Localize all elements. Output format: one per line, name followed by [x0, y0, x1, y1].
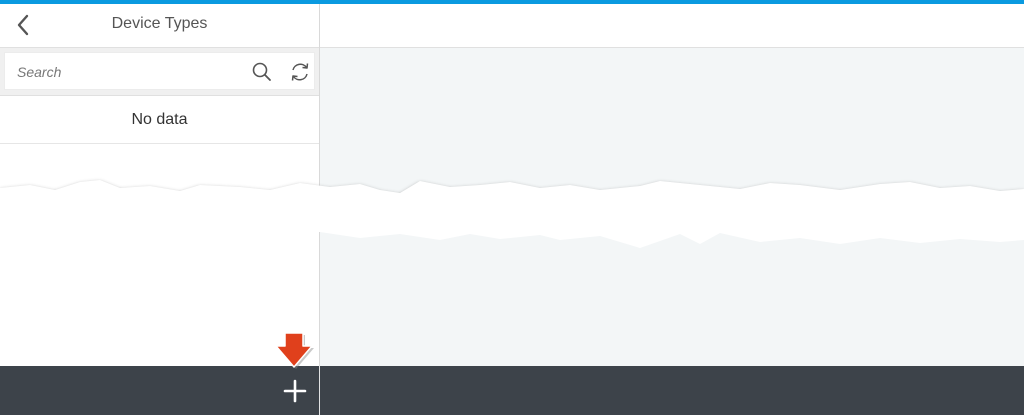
refresh-icon [291, 63, 309, 81]
refresh-button[interactable] [289, 61, 311, 83]
detail-header [320, 4, 1024, 48]
master-header: Device Types [0, 4, 319, 48]
back-button[interactable] [12, 13, 36, 37]
add-device-type-button[interactable] [280, 376, 310, 406]
search-input[interactable] [15, 53, 239, 91]
arrow-down-icon [275, 332, 314, 369]
footer-divider [319, 366, 320, 415]
chevron-left-icon [17, 14, 29, 36]
search-field [4, 52, 315, 91]
footer-toolbar [0, 366, 1024, 415]
search-button[interactable] [251, 61, 273, 83]
empty-list-message: No data [0, 96, 319, 144]
detail-body [320, 48, 1024, 366]
master-pane: Device Types Search No data [0, 4, 320, 366]
search-bar [0, 48, 319, 96]
page-title: Device Types [111, 15, 208, 32]
plus-icon [283, 379, 307, 403]
magnifier-icon [252, 62, 271, 81]
